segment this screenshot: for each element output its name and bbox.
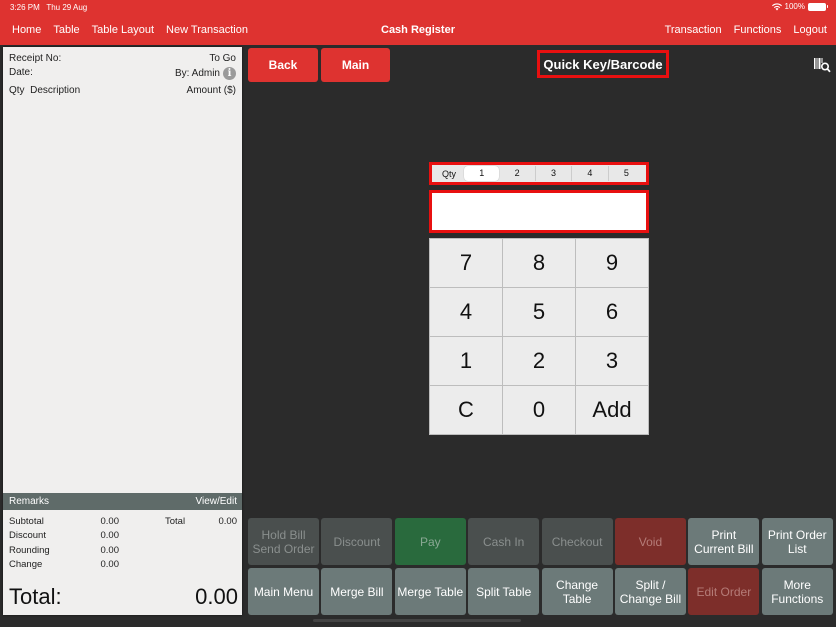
subtotal-label: Subtotal: [9, 515, 44, 527]
wifi-icon: [771, 2, 782, 10]
by-admin: By: Admin: [174, 68, 220, 80]
print-order-list-button[interactable]: Print Order List: [761, 518, 833, 565]
edit-order-button[interactable]: Edit Order: [688, 568, 760, 615]
key-5[interactable]: 5: [503, 288, 575, 336]
key-3[interactable]: 3: [576, 337, 648, 385]
rounding-value: 0.00: [100, 544, 120, 556]
order-type: To Go: [209, 53, 236, 64]
total-value: 0.00: [218, 515, 238, 527]
key-add[interactable]: Add: [576, 386, 648, 434]
header-left: Qty Description: [9, 85, 80, 96]
remarks-view-edit[interactable]: View/Edit: [195, 496, 237, 507]
grand-total-label: Total:: [9, 584, 62, 609]
nav-left: Home Table Table Layout New Transaction: [12, 24, 248, 36]
total-label: Total: [165, 515, 186, 527]
grand-total-value: 0.00: [195, 584, 238, 609]
info-icon[interactable]: i: [223, 67, 236, 80]
qty-option-3[interactable]: 3: [534, 166, 571, 181]
receipt-panel: Receipt No: To Go Date: By: Admin i Qty D…: [3, 47, 242, 615]
status-time: 3:26 PM Thu 29 Aug: [10, 3, 87, 12]
battery-icon: [808, 2, 828, 11]
change-row: Change 0.00: [9, 558, 239, 573]
date-row: Date: By: Admin i: [9, 67, 236, 80]
key-0[interactable]: 0: [503, 386, 575, 434]
qty-label: Qty: [441, 168, 456, 179]
discount-button[interactable]: Discount: [321, 518, 393, 565]
key-1[interactable]: 1: [430, 337, 502, 385]
split-table-button[interactable]: Split Table: [468, 568, 540, 615]
qty-option-1[interactable]: 1: [464, 166, 500, 181]
merge-table-button[interactable]: Merge Table: [394, 568, 466, 615]
description-header: Description: [30, 85, 81, 96]
key-9[interactable]: 9: [576, 239, 648, 287]
hold-bill-send-order-button[interactable]: Hold Bill Send Order: [248, 518, 319, 565]
summary: Subtotal 0.00 Total 0.00 Discount 0.00 R…: [9, 514, 239, 572]
remarks-label: Remarks: [9, 496, 50, 507]
by-admin-wrap: By: Admin i: [175, 67, 236, 80]
split-change-bill-button[interactable]: Split / Change Bill: [614, 568, 686, 615]
grand-total-row: Total: 0.00: [9, 584, 238, 610]
nav-logout[interactable]: Logout: [793, 24, 827, 36]
more-functions-button[interactable]: More Functions: [761, 568, 833, 615]
nav-new-transaction[interactable]: New Transaction: [166, 24, 248, 36]
key-clear[interactable]: C: [430, 386, 502, 434]
qty-header: Qty: [9, 85, 25, 96]
receipt-header-row: Qty Description Amount ($): [9, 85, 236, 96]
nav-right: Transaction Functions Logout: [665, 24, 827, 36]
change-value: 0.00: [100, 559, 120, 571]
back-button[interactable]: Back: [248, 48, 318, 82]
rounding-label: Rounding: [9, 544, 50, 556]
nav-functions[interactable]: Functions: [734, 24, 782, 36]
top-bar: 3:26 PM Thu 29 Aug 100% Home Table Table…: [0, 0, 836, 45]
key-2[interactable]: 2: [503, 337, 575, 385]
page-title: Cash Register: [381, 24, 455, 36]
nav-table-layout[interactable]: Table Layout: [92, 24, 154, 36]
main-menu-button[interactable]: Main Menu: [248, 568, 319, 615]
nav-table[interactable]: Table: [53, 24, 79, 36]
print-current-bill-button[interactable]: Print Current Bill: [688, 518, 760, 565]
nav-transaction[interactable]: Transaction: [665, 24, 722, 36]
qty-option-2[interactable]: 2: [499, 166, 534, 181]
receipt-no-row: Receipt No: To Go: [9, 53, 236, 64]
key-8[interactable]: 8: [503, 239, 575, 287]
key-4[interactable]: 4: [430, 288, 502, 336]
nav-home[interactable]: Home: [12, 24, 41, 36]
main-button[interactable]: Main: [321, 48, 390, 82]
change-table-button[interactable]: Change Table: [541, 568, 613, 615]
date-text: Thu 29 Aug: [46, 3, 88, 12]
checkout-button[interactable]: Checkout: [541, 518, 613, 565]
amount-header: Amount ($): [186, 85, 236, 96]
mode-title: Quick Key/Barcode: [537, 50, 669, 78]
void-button[interactable]: Void: [614, 518, 686, 565]
discount-row: Discount 0.00: [9, 529, 239, 544]
qty-option-5[interactable]: 5: [607, 166, 644, 181]
qty-option-4[interactable]: 4: [571, 166, 607, 181]
key-6[interactable]: 6: [576, 288, 648, 336]
rounding-row: Rounding 0.00: [9, 543, 239, 558]
discount-value: 0.00: [100, 530, 120, 542]
key-7[interactable]: 7: [430, 239, 502, 287]
discount-label: Discount: [9, 530, 46, 542]
subtotal-value: 0.00: [100, 515, 120, 527]
qty-selector: Qty 1 2 3 4 5: [429, 162, 649, 185]
quick-key-input[interactable]: [429, 190, 649, 233]
home-indicator: [313, 619, 521, 622]
receipt-no-label: Receipt No:: [9, 53, 62, 64]
pay-button[interactable]: Pay: [394, 518, 466, 565]
merge-bill-button[interactable]: Merge Bill: [321, 568, 393, 615]
subtotal-row: Subtotal 0.00 Total 0.00: [9, 514, 239, 529]
change-label: Change: [9, 559, 43, 571]
status-indicators: 100%: [771, 2, 828, 11]
date-label: Date:: [9, 67, 33, 78]
keypad: 7 8 9 4 5 6 1 2 3 C 0 Add: [429, 238, 649, 435]
barcode-search-icon[interactable]: [813, 57, 831, 73]
function-buttons: Hold Bill Send Order Discount Pay Cash I…: [248, 518, 833, 616]
time-text: 3:26 PM: [10, 3, 40, 12]
cash-in-button[interactable]: Cash In: [468, 518, 540, 565]
remarks-bar: Remarks View/Edit: [3, 493, 242, 510]
battery-percent: 100%: [784, 2, 805, 11]
